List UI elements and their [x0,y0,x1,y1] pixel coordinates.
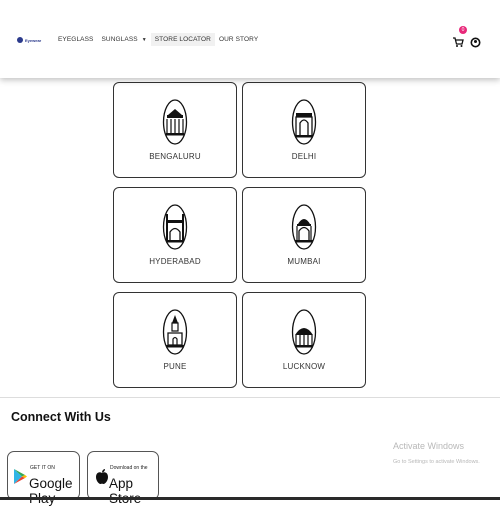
cart-count-badge: 0 [459,26,467,34]
hyderabad-landmark-icon [162,204,188,250]
cart-icon [453,37,464,47]
nav-store-locator[interactable]: STORE LOCATOR [150,33,215,46]
user-icon [470,37,481,48]
nav-sunglass-label: SUNGLASS [101,36,138,43]
delhi-landmark-icon [291,99,317,145]
google-play-small-text: GET IT ON [30,465,55,471]
city-name: BENGALURU [149,152,201,161]
city-card-mumbai[interactable]: MUMBAI [242,187,366,283]
chevron-down-icon: ▼ [141,37,147,43]
mumbai-landmark-icon [291,204,317,250]
nav-our-story[interactable]: OUR STORY [215,33,262,46]
main-nav: EYEGLASS SUNGLASS ▼ STORE LOCATOR OUR STO… [54,33,262,46]
brand-logo[interactable]: Eyewear [17,37,41,43]
city-card-hyderabad[interactable]: HYDERABAD [113,187,237,283]
activate-windows-title: Activate Windows [393,441,465,451]
google-play-button[interactable]: GET IT ON Google Play [7,451,80,506]
lucknow-landmark-icon [291,309,317,355]
city-name: LUCKNOW [282,362,326,371]
city-name: HYDERABAD [149,257,201,266]
city-name: PUNE [163,362,187,371]
nav-sunglass[interactable]: SUNGLASS ▼ [97,33,150,46]
city-card-lucknow[interactable]: LUCKNOW [242,292,366,388]
connect-heading: Connect With Us [11,410,111,424]
cart-button[interactable]: 0 [452,26,467,53]
nav-eyeglass[interactable]: EYEGLASS [54,33,97,46]
site-header: Eyewear EYEGLASS SUNGLASS ▼ STORE LOCATOR… [0,0,500,78]
account-button[interactable] [470,35,481,53]
google-play-icon [14,469,27,484]
city-name: MUMBAI [287,257,321,266]
city-name: DELHI [291,152,317,161]
app-store-big-text: App Store [109,476,141,506]
activate-windows-subtitle: Go to Settings to activate Windows. [393,459,480,465]
app-store-small-text: Download on the [110,465,148,471]
apple-icon [96,469,108,484]
logo-mark-icon [17,37,23,43]
section-divider [0,397,500,398]
google-play-big-text: Google Play [29,476,73,506]
city-card-bengaluru[interactable]: BENGALURU [113,82,237,178]
pune-landmark-icon [162,309,188,355]
city-card-pune[interactable]: PUNE [113,292,237,388]
bengaluru-landmark-icon [162,99,188,145]
logo-text: Eyewear [25,37,42,43]
app-store-button[interactable]: Download on the App Store [87,451,159,506]
city-card-delhi[interactable]: DELHI [242,82,366,178]
